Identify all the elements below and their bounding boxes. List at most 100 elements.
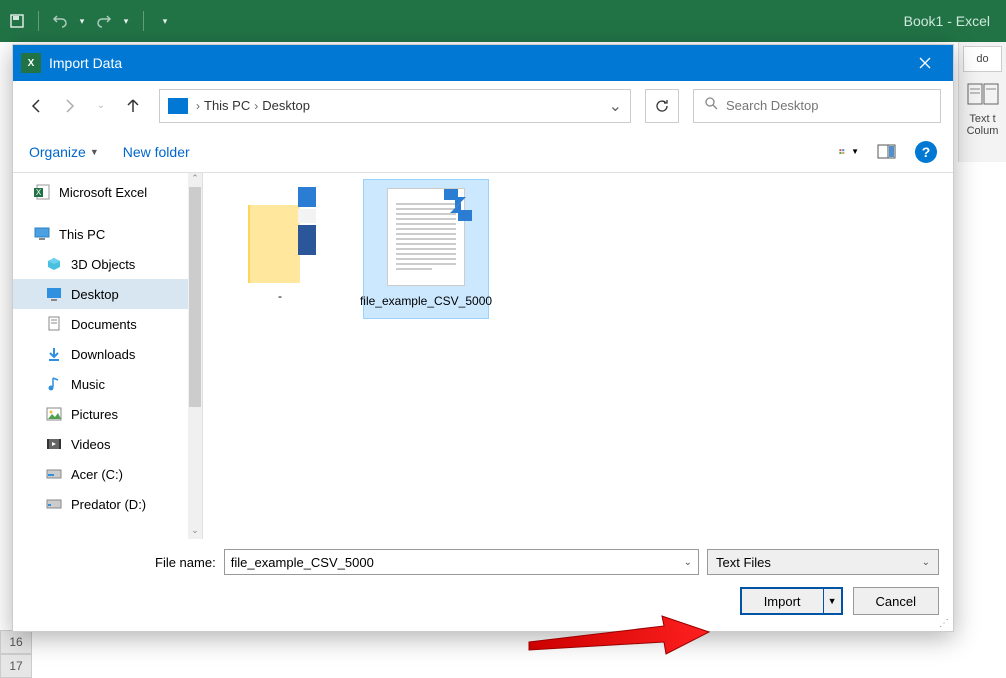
row-header[interactable]: 16 [0, 630, 32, 654]
sidebar-item-label: Downloads [71, 347, 135, 362]
ribbon-tab-fragment[interactable]: do [963, 46, 1002, 72]
help-button[interactable]: ? [915, 141, 937, 163]
back-button[interactable] [25, 94, 49, 118]
sidebar-item-excel[interactable]: X Microsoft Excel [13, 177, 202, 207]
chevron-down-icon: ▼ [828, 596, 837, 606]
breadcrumb-this-pc[interactable]: This PC [204, 98, 250, 113]
chevron-down-icon[interactable]: ⌄ [684, 557, 692, 568]
pictures-icon [45, 406, 63, 422]
view-options-button[interactable]: ▼ [839, 143, 859, 161]
folder-tile[interactable]: - [217, 179, 343, 313]
workbook-title: Book1 - Excel [904, 13, 990, 29]
file-tile-csv[interactable]: file_example_CSV_5000 [363, 179, 489, 319]
excel-titlebar: ▾ ▾ ▾ Book1 - Excel [0, 0, 1006, 42]
sidebar-item-music[interactable]: Music [13, 369, 202, 399]
sidebar-item-label: Desktop [71, 287, 119, 302]
redo-icon[interactable] [95, 12, 113, 30]
up-button[interactable] [121, 94, 145, 118]
forward-button[interactable] [57, 94, 81, 118]
dialog-toolbar: Organize ▼ New folder ▼ ? [13, 131, 953, 173]
pc-icon [33, 226, 51, 242]
file-type-filter[interactable]: Text Files ⌄ [707, 549, 939, 575]
navigation-bar: ⌄ › This PC › Desktop ⌄ [13, 81, 953, 131]
breadcrumb-desktop[interactable]: Desktop [262, 98, 310, 113]
sidebar-item-desktop[interactable]: Desktop [13, 279, 202, 309]
file-name: file_example_CSV_5000 [360, 294, 492, 310]
pc-icon [168, 98, 188, 114]
breadcrumb[interactable]: › This PC › Desktop ⌄ [159, 89, 631, 123]
excel-app-icon: X [21, 53, 41, 73]
3d-objects-icon [45, 256, 63, 272]
undo-dropdown-icon[interactable]: ▾ [77, 12, 87, 30]
filter-value: Text Files [716, 555, 771, 570]
sidebar-item-label: Predator (D:) [71, 497, 146, 512]
videos-icon [45, 436, 63, 452]
scrollbar-thumb[interactable] [189, 187, 201, 407]
grid-row-16: 16 [0, 630, 1006, 654]
sidebar-item-predator-d[interactable]: Predator (D:) [13, 489, 202, 519]
search-input[interactable] [726, 98, 930, 113]
filename-value: file_example_CSV_5000 [231, 555, 374, 570]
downloads-icon [45, 346, 63, 362]
sidebar-item-label: This PC [59, 227, 105, 242]
folder-name: - [278, 289, 282, 305]
chevron-right-icon[interactable]: › [254, 99, 258, 113]
sidebar-item-label: Documents [71, 317, 137, 332]
quick-access-toolbar: ▾ ▾ ▾ [8, 11, 174, 31]
file-list[interactable]: - file_example_CSV_5000 [203, 173, 953, 539]
new-folder-button[interactable]: New folder [123, 144, 190, 160]
import-button-label[interactable]: Import [742, 589, 823, 613]
drive-icon [45, 496, 63, 512]
drive-icon [45, 466, 63, 482]
sidebar-item-downloads[interactable]: Downloads [13, 339, 202, 369]
import-button[interactable]: Import ▼ [740, 587, 843, 615]
search-icon [704, 96, 718, 115]
sidebar: X Microsoft Excel This PC 3D Objects Des… [13, 173, 203, 539]
music-icon [45, 376, 63, 392]
save-icon[interactable] [8, 12, 26, 30]
filename-label: File name: [155, 555, 216, 570]
breadcrumb-dropdown-icon[interactable]: ⌄ [609, 96, 622, 116]
import-dropdown[interactable]: ▼ [823, 589, 841, 613]
search-box[interactable] [693, 89, 941, 123]
sidebar-item-label: Music [71, 377, 105, 392]
dialog-titlebar[interactable]: X Import Data [13, 45, 953, 81]
dialog-footer: File name: file_example_CSV_5000 ⌄ Text … [13, 539, 953, 631]
close-icon [919, 57, 931, 69]
cancel-button[interactable]: Cancel [853, 587, 939, 615]
row-header[interactable]: 17 [0, 654, 32, 678]
sidebar-item-label: Videos [71, 437, 111, 452]
sidebar-item-pictures[interactable]: Pictures [13, 399, 202, 429]
redo-dropdown-icon[interactable]: ▾ [121, 12, 131, 30]
sidebar-item-3d-objects[interactable]: 3D Objects [13, 249, 202, 279]
text-file-icon [387, 188, 465, 286]
dialog-title: Import Data [49, 55, 905, 71]
undo-icon[interactable] [51, 12, 69, 30]
filename-input[interactable]: file_example_CSV_5000 ⌄ [224, 549, 699, 575]
chevron-right-icon[interactable]: › [196, 99, 200, 113]
import-data-dialog: X Import Data ⌄ › This PC › Desktop ⌄ [12, 44, 954, 632]
sidebar-item-label: Microsoft Excel [59, 185, 147, 200]
sidebar-scrollbar[interactable]: ⌃ ⌄ [188, 173, 202, 539]
sidebar-item-this-pc[interactable]: This PC [13, 219, 202, 249]
text-to-columns-icon[interactable] [966, 80, 1000, 110]
sidebar-item-label: Pictures [71, 407, 118, 422]
resize-grip[interactable]: ⋰ [939, 618, 949, 629]
recent-dropdown[interactable]: ⌄ [89, 94, 113, 118]
ribbon-fragment: do Text t Colum [958, 42, 1006, 162]
preview-pane-button[interactable] [877, 143, 897, 161]
sidebar-item-acer-c[interactable]: Acer (C:) [13, 459, 202, 489]
qat-customize-icon[interactable]: ▾ [156, 12, 174, 30]
chevron-down-icon: ⌄ [922, 557, 930, 568]
refresh-button[interactable] [645, 89, 679, 123]
chevron-down-icon: ▼ [90, 147, 99, 157]
folder-icon [240, 187, 320, 281]
excel-icon: X [33, 184, 51, 200]
close-button[interactable] [905, 45, 945, 81]
sidebar-item-videos[interactable]: Videos [13, 429, 202, 459]
svg-text:X: X [36, 188, 42, 197]
grid-row-17: 17 [0, 654, 1006, 678]
organize-button[interactable]: Organize ▼ [29, 144, 99, 160]
sidebar-item-documents[interactable]: Documents [13, 309, 202, 339]
sidebar-item-label: Acer (C:) [71, 467, 123, 482]
